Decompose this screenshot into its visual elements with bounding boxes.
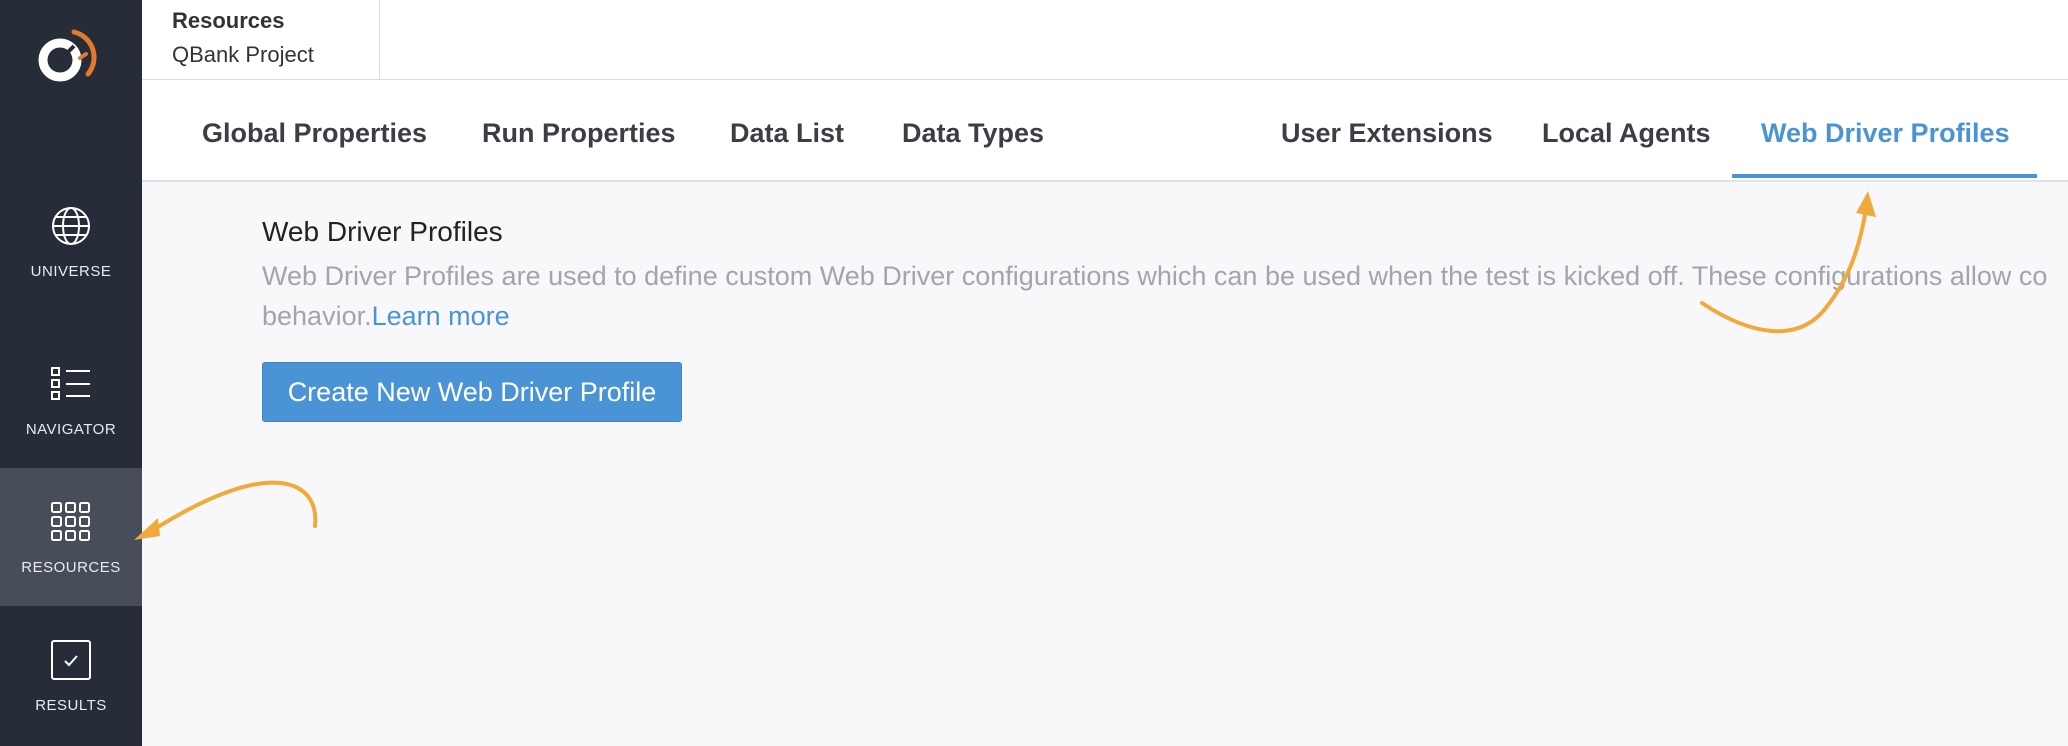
description-line-1: Web Driver Profiles are used to define c… [262,261,2048,291]
tab-data-list[interactable]: Data List [730,118,844,149]
checkbox-icon [48,637,94,683]
annotation-arrow-resources [134,480,318,540]
active-tab-indicator [1732,174,2037,178]
description-line-2: behavior.Learn more [262,296,2068,336]
tab-user-extensions[interactable]: User Extensions [1281,118,1493,149]
create-web-driver-profile-button[interactable]: Create New Web Driver Profile [262,362,682,422]
breadcrumb: Resources QBank Project [142,0,380,80]
breadcrumb-section: Resources [172,8,285,33]
tab-global-properties[interactable]: Global Properties [202,118,427,149]
learn-more-link[interactable]: Learn more [372,301,510,331]
globe-icon [48,203,94,249]
list-icon [48,361,94,407]
nav-universe[interactable]: UNIVERSE [0,172,142,310]
description-text: behavior. [262,301,372,331]
nav-results[interactable]: RESULTS [0,606,142,744]
tab-data-types[interactable]: Data Types [902,118,1044,149]
nav-results-label: RESULTS [35,696,107,714]
tab-local-agents[interactable]: Local Agents [1542,118,1711,149]
nav-navigator-label: NAVIGATOR [25,420,117,438]
nav-resources-label: RESOURCES [21,558,121,576]
sidebar: UNIVERSE NAVIGATOR RESOURCES RESULTS [0,0,142,746]
page-description: Web Driver Profiles are used to define c… [262,256,2068,336]
grid-icon [48,499,94,545]
nav-navigator[interactable]: NAVIGATOR [0,330,142,468]
header: Resources QBank Project [142,0,2068,182]
nav-universe-label: UNIVERSE [30,262,112,280]
nav-resources[interactable]: RESOURCES [0,468,142,606]
app-logo[interactable] [30,18,112,88]
tab-run-properties[interactable]: Run Properties [482,118,676,149]
header-divider [380,79,2068,80]
page-title: Web Driver Profiles [262,216,503,247]
tab-web-driver-profiles[interactable]: Web Driver Profiles [1761,118,2010,149]
breadcrumb-project[interactable]: QBank Project [172,42,379,68]
